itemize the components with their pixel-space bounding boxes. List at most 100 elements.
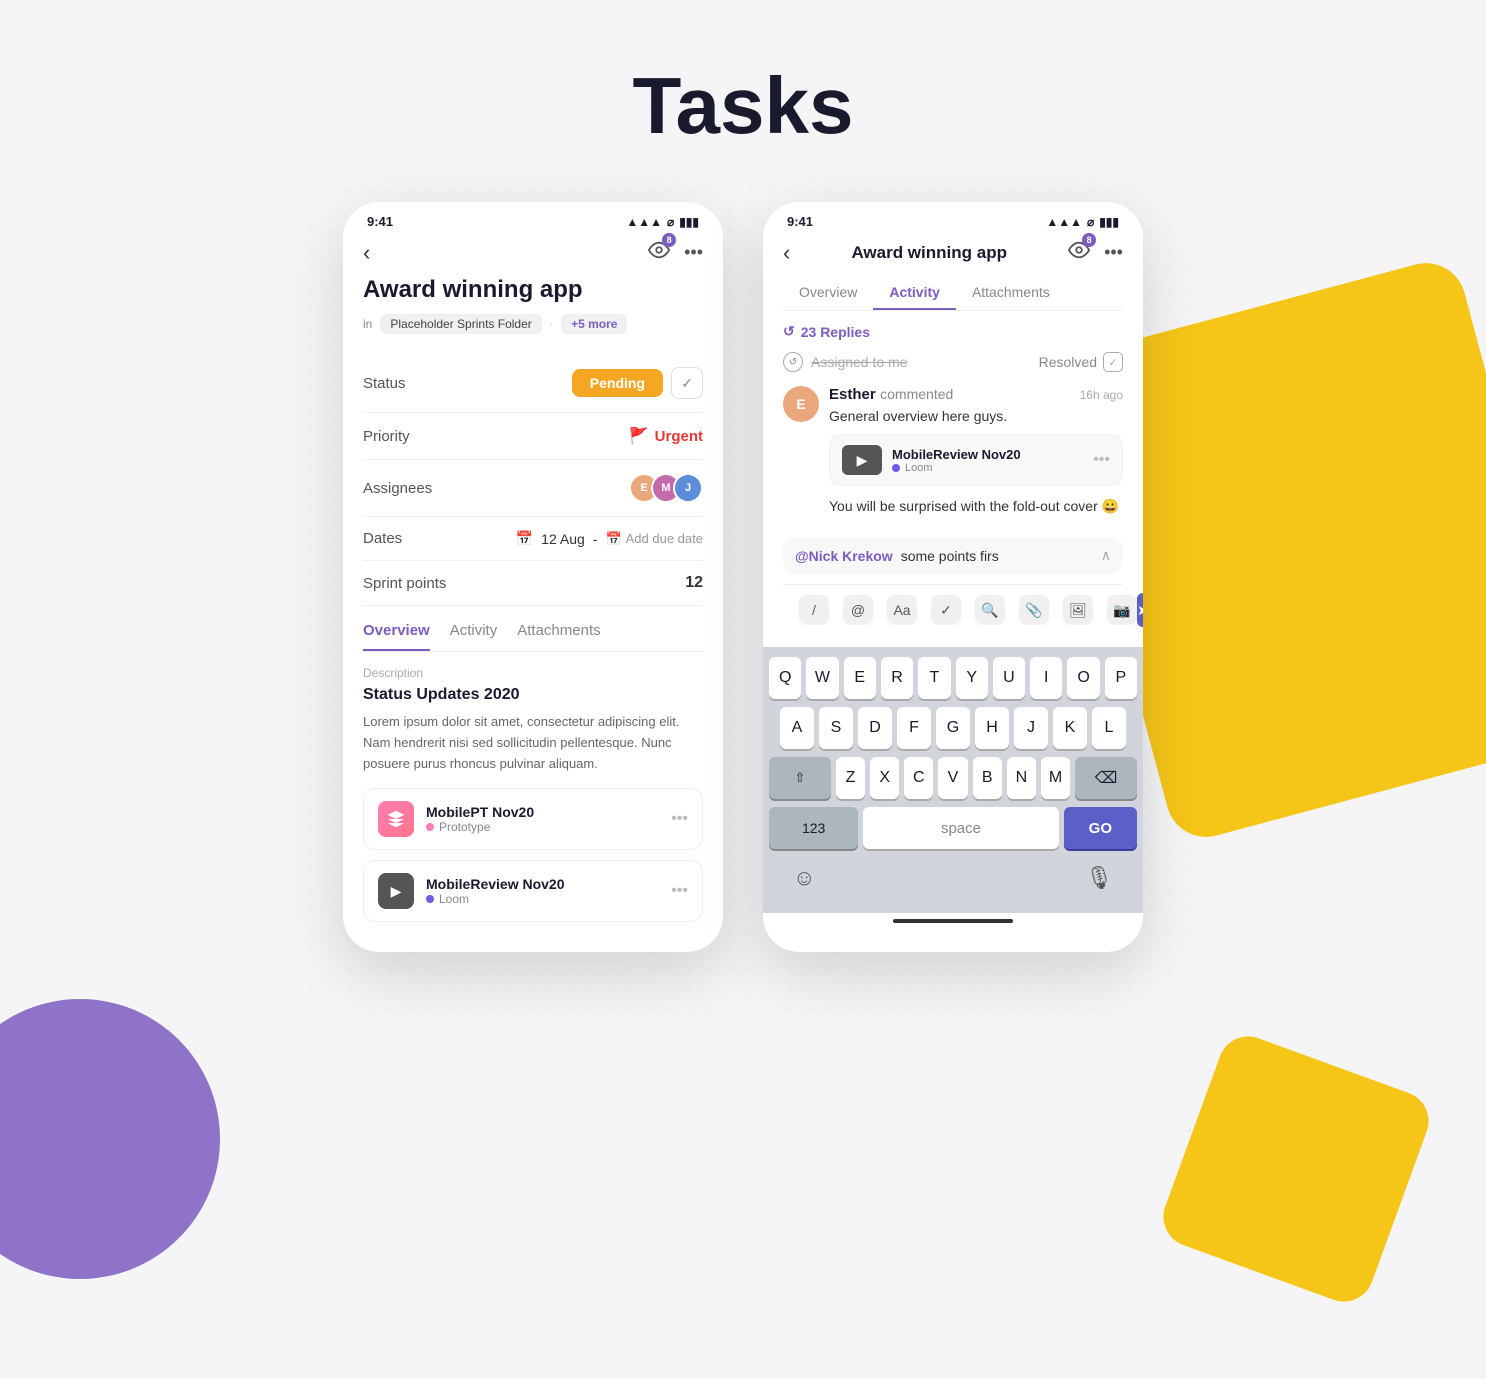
assignees-label: Assignees bbox=[363, 480, 432, 497]
key-k[interactable]: K bbox=[1053, 707, 1087, 749]
back-button-1[interactable]: ‹ bbox=[363, 240, 370, 266]
tab-overview-2[interactable]: Overview bbox=[783, 276, 873, 310]
key-row-4: 123 space GO bbox=[769, 807, 1137, 849]
loom-thumb: ▶ bbox=[378, 873, 414, 909]
attachment-figma[interactable]: MobilePT Nov20 Prototype ••• bbox=[363, 788, 703, 850]
key-q[interactable]: Q bbox=[769, 657, 801, 699]
tab-attachments-2[interactable]: Attachments bbox=[956, 276, 1066, 310]
activity-content: ↺ 23 Replies ↺ Assigned to me Resolved ✓… bbox=[763, 311, 1143, 647]
phone1-content: Award winning app in Placeholder Sprints… bbox=[343, 276, 723, 952]
key-y[interactable]: Y bbox=[956, 657, 988, 699]
key-z[interactable]: Z bbox=[836, 757, 865, 799]
watch-icon-1[interactable]: 8 bbox=[648, 239, 670, 266]
status-button[interactable]: Pending bbox=[572, 369, 663, 397]
key-b[interactable]: B bbox=[973, 757, 1002, 799]
comment-esther: E Esther commented 16h ago General overv… bbox=[783, 386, 1123, 525]
signal-icon-1: ▲▲▲ bbox=[626, 215, 662, 229]
comment-time-esther: 16h ago bbox=[1080, 388, 1123, 402]
format-slash-icon[interactable]: / bbox=[799, 595, 829, 625]
key-s[interactable]: S bbox=[819, 707, 853, 749]
add-due-date-text: Add due date bbox=[626, 531, 703, 546]
camera-icon[interactable]: 📷 bbox=[1107, 595, 1137, 625]
emoji-icon[interactable]: ☺ bbox=[793, 865, 815, 891]
tab-activity-2[interactable]: Activity bbox=[873, 276, 956, 310]
keyboard: Q W E R T Y U I O P A S D F G H J K bbox=[763, 647, 1143, 913]
key-j[interactable]: J bbox=[1014, 707, 1048, 749]
back-button-2[interactable]: ‹ bbox=[783, 240, 790, 266]
attach-icon[interactable]: 📎 bbox=[1019, 595, 1049, 625]
add-due-date[interactable]: 📅 Add due date bbox=[605, 531, 703, 547]
key-e[interactable]: E bbox=[844, 657, 876, 699]
key-p[interactable]: P bbox=[1105, 657, 1137, 699]
search-icon[interactable]: 🔍 bbox=[975, 595, 1005, 625]
key-c[interactable]: C bbox=[904, 757, 933, 799]
key-x[interactable]: X bbox=[870, 757, 899, 799]
space-key[interactable]: space bbox=[863, 807, 1058, 849]
status-check[interactable]: ✓ bbox=[671, 367, 703, 399]
key-l[interactable]: L bbox=[1092, 707, 1126, 749]
sprint-points-value[interactable]: 12 bbox=[685, 574, 703, 592]
tab-activity-1[interactable]: Activity bbox=[450, 622, 498, 651]
figma-sub: Prototype bbox=[426, 820, 534, 834]
video-more[interactable]: ••• bbox=[1093, 451, 1110, 469]
loom-name: MobileReview Nov20 bbox=[426, 876, 565, 892]
more-icon-1[interactable]: ••• bbox=[684, 242, 703, 263]
loom-more[interactable]: ••• bbox=[671, 882, 688, 900]
attachment-loom[interactable]: ▶ MobileReview Nov20 Loom ••• bbox=[363, 860, 703, 922]
reply-input[interactable]: @Nick Krekow some points firs ∧ bbox=[783, 537, 1123, 574]
mic-icon[interactable]: 🎙 bbox=[1085, 865, 1113, 891]
key-u[interactable]: U bbox=[993, 657, 1025, 699]
loom-sub: Loom bbox=[426, 892, 565, 906]
assignees-avatars[interactable]: E M J bbox=[629, 473, 703, 503]
tab-overview-1[interactable]: Overview bbox=[363, 622, 430, 651]
start-date[interactable]: 12 Aug bbox=[541, 531, 585, 547]
key-o[interactable]: O bbox=[1067, 657, 1099, 699]
key-v[interactable]: V bbox=[938, 757, 967, 799]
home-bar bbox=[893, 919, 1013, 923]
key-d[interactable]: D bbox=[858, 707, 892, 749]
assigned-circle: ↺ bbox=[783, 352, 803, 372]
time-2: 9:41 bbox=[787, 214, 813, 229]
figma-name: MobilePT Nov20 bbox=[426, 804, 534, 820]
reply-text[interactable]: some points firs bbox=[901, 548, 1093, 564]
watch-icon-2[interactable]: 8 bbox=[1068, 239, 1090, 266]
priority-value[interactable]: 🚩 Urgent bbox=[629, 426, 703, 446]
comment-name-esther: Esther bbox=[829, 386, 876, 403]
key-w[interactable]: W bbox=[806, 657, 838, 699]
video-card[interactable]: ▶ MobileReview Nov20 Loom ••• bbox=[829, 434, 1123, 486]
key-f[interactable]: F bbox=[897, 707, 931, 749]
nav-icons-2: 8 ••• bbox=[1068, 239, 1123, 266]
text-format-icon[interactable]: Aa bbox=[887, 595, 917, 625]
key-row-1: Q W E R T Y U I O P bbox=[769, 657, 1137, 699]
signal-icon-2: ▲▲▲ bbox=[1046, 215, 1082, 229]
checklist-icon[interactable]: ✓ bbox=[931, 595, 961, 625]
key-a[interactable]: A bbox=[780, 707, 814, 749]
key-h[interactable]: H bbox=[975, 707, 1009, 749]
tab-attachments-1[interactable]: Attachments bbox=[517, 622, 600, 651]
key-t[interactable]: T bbox=[918, 657, 950, 699]
breadcrumb-more[interactable]: +5 more bbox=[561, 314, 627, 334]
image-icon[interactable]: 🖼 bbox=[1063, 595, 1093, 625]
sprint-points-label: Sprint points bbox=[363, 575, 446, 592]
breadcrumb-tag[interactable]: Placeholder Sprints Folder bbox=[380, 314, 541, 334]
go-key[interactable]: GO bbox=[1064, 807, 1137, 849]
send-button[interactable]: ➤ bbox=[1137, 593, 1143, 627]
attachment-figma-info: MobilePT Nov20 Prototype bbox=[426, 804, 534, 834]
key-i[interactable]: I bbox=[1030, 657, 1062, 699]
more-icon-2[interactable]: ••• bbox=[1104, 242, 1123, 263]
num-key[interactable]: 123 bbox=[769, 807, 858, 849]
replies-row[interactable]: ↺ 23 Replies bbox=[783, 323, 1123, 340]
chevron-up-icon[interactable]: ∧ bbox=[1101, 547, 1111, 564]
assigned-text[interactable]: Assigned to me bbox=[811, 354, 908, 370]
figma-more[interactable]: ••• bbox=[671, 810, 688, 828]
shift-key[interactable]: ⇧ bbox=[769, 757, 831, 799]
delete-key[interactable]: ⌫ bbox=[1075, 757, 1137, 799]
key-n[interactable]: N bbox=[1007, 757, 1036, 799]
key-r[interactable]: R bbox=[881, 657, 913, 699]
dates-value: 📅 12 Aug - 📅 Add due date bbox=[516, 530, 703, 547]
resolved-tag[interactable]: Resolved ✓ bbox=[1039, 352, 1123, 372]
description-label: Description bbox=[363, 666, 703, 680]
key-m[interactable]: M bbox=[1041, 757, 1070, 799]
mention-icon[interactable]: @ bbox=[843, 595, 873, 625]
key-g[interactable]: G bbox=[936, 707, 970, 749]
